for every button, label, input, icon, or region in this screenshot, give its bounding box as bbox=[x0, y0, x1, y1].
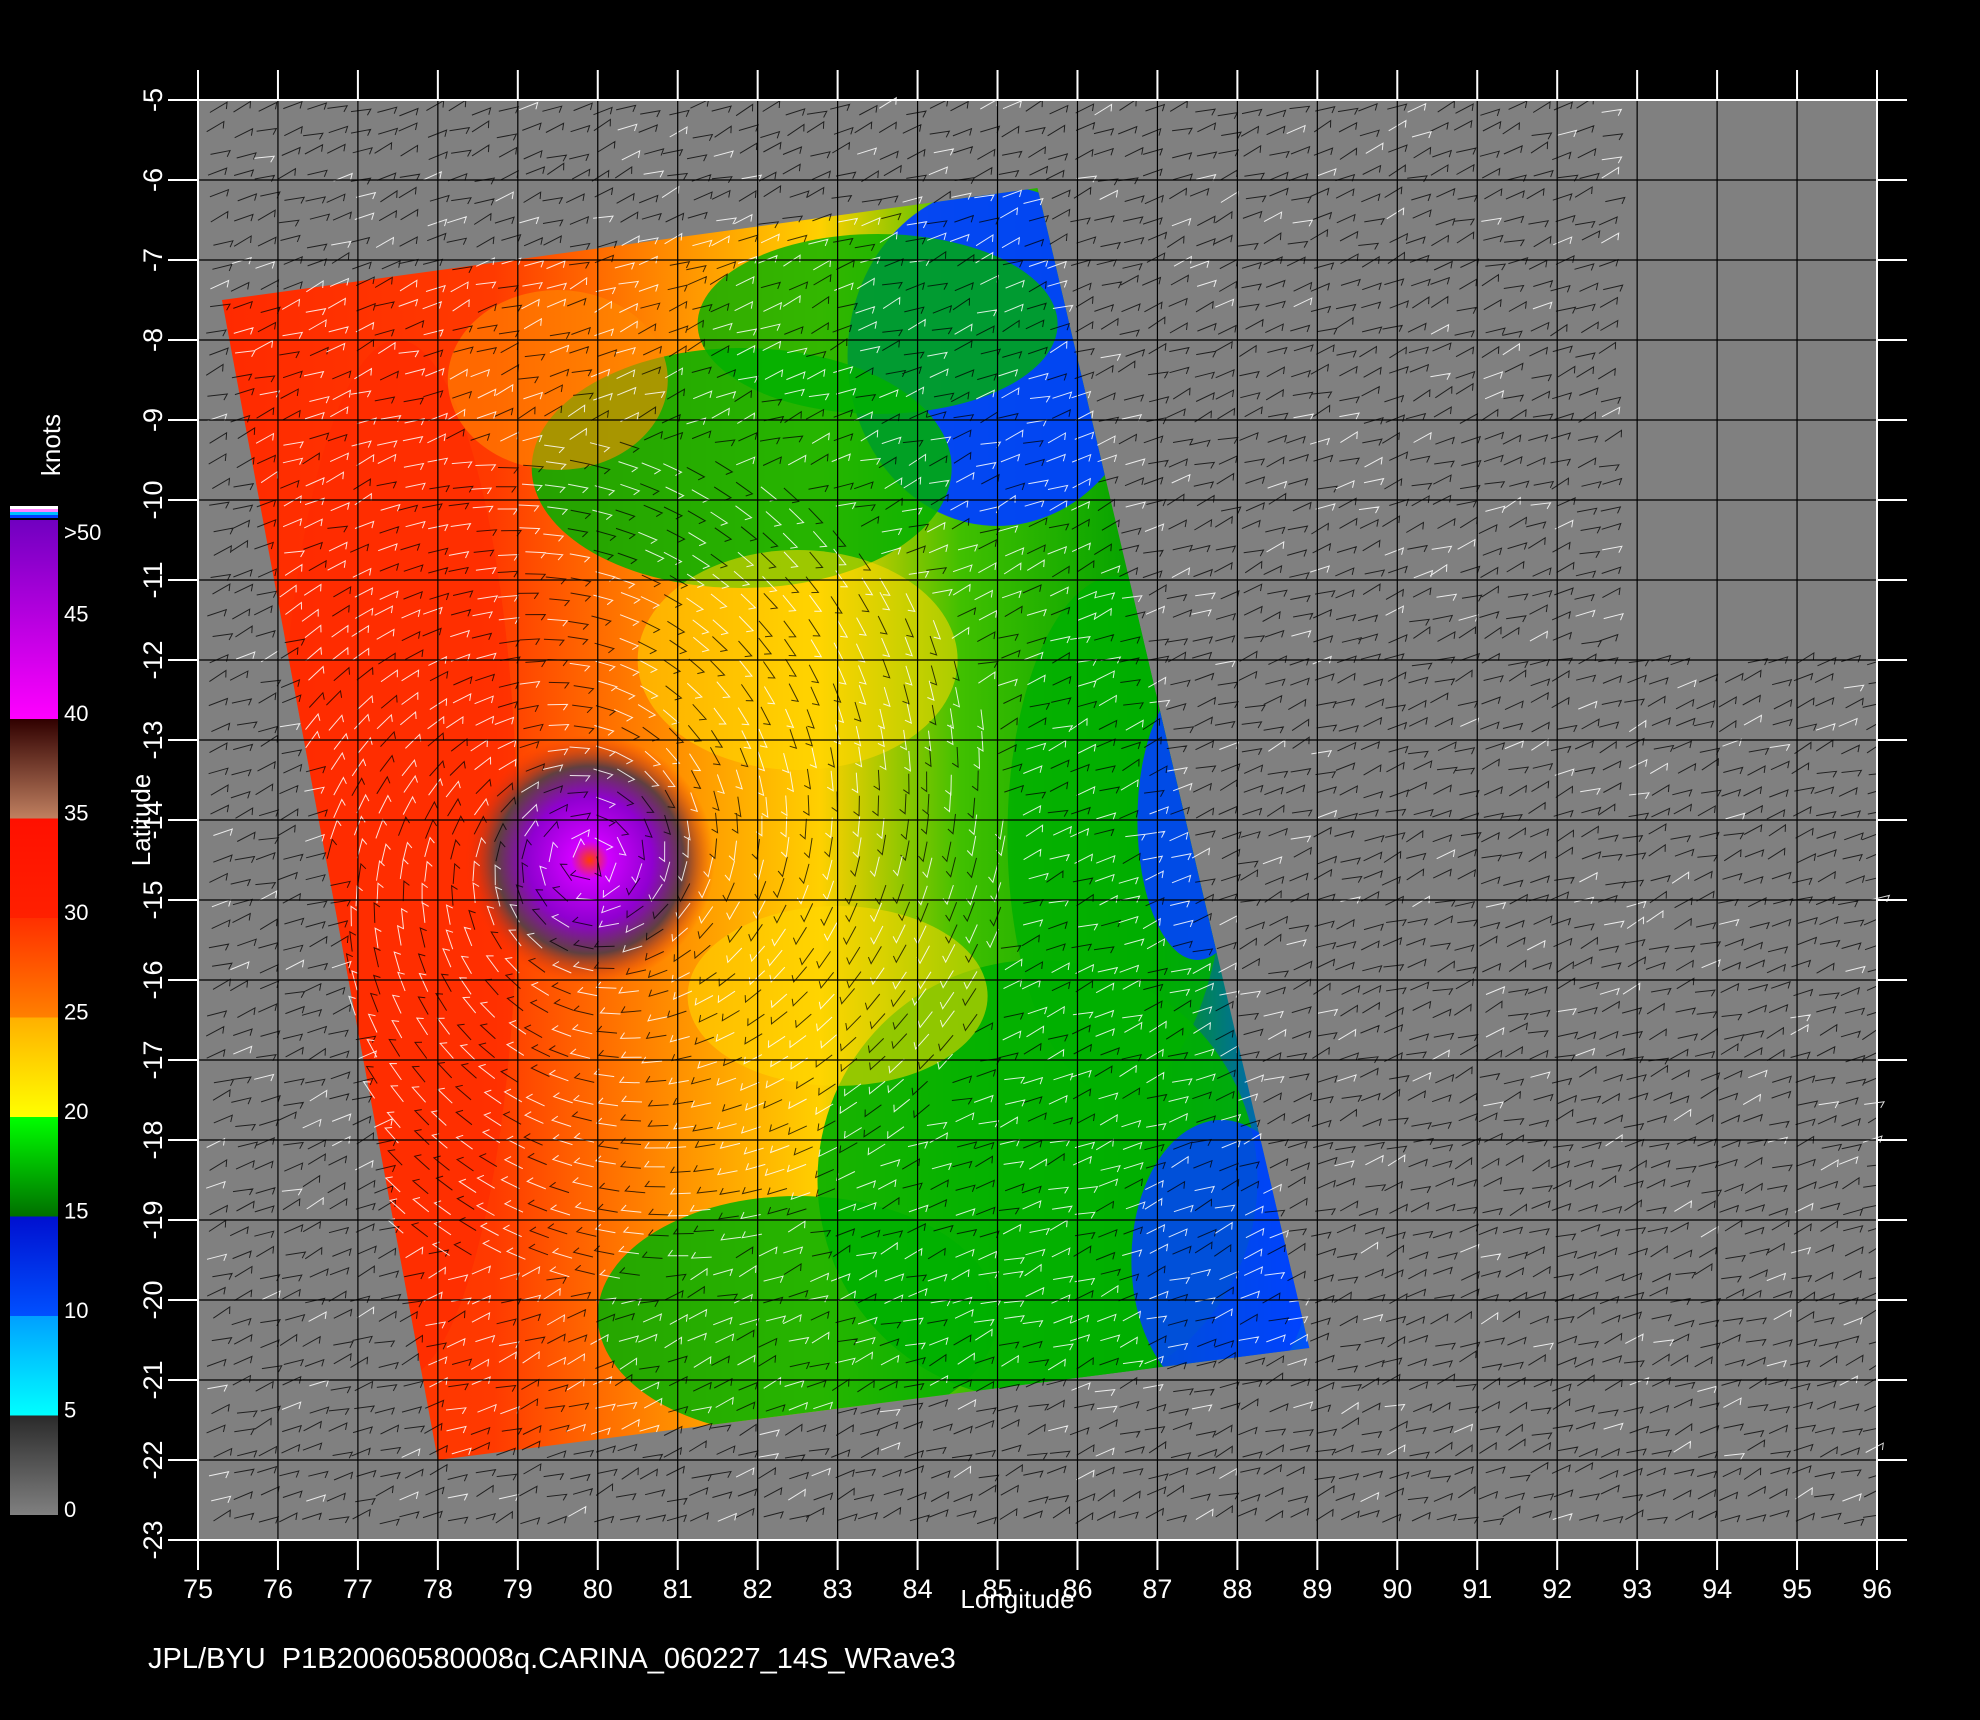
x-tick-label: 88 bbox=[1222, 1574, 1252, 1604]
x-tick-label: 92 bbox=[1542, 1574, 1572, 1604]
x-tick-label: 93 bbox=[1622, 1574, 1652, 1604]
color-bar-label: >50 bbox=[64, 520, 101, 545]
x-tick-label: 84 bbox=[903, 1574, 933, 1604]
x-tick-label: 75 bbox=[183, 1574, 213, 1604]
y-tick-label: -18 bbox=[138, 1120, 168, 1159]
color-bar-overflow-stripe bbox=[10, 512, 58, 515]
y-tick-label: -7 bbox=[138, 248, 168, 272]
color-bar-label: 25 bbox=[64, 1000, 88, 1025]
color-bar-band bbox=[10, 520, 58, 719]
y-tick-label: -21 bbox=[138, 1360, 168, 1399]
x-tick-label: 81 bbox=[663, 1574, 693, 1604]
color-bar-band bbox=[10, 1117, 58, 1217]
y-tick-label: -19 bbox=[138, 1200, 168, 1239]
y-tick-label: -16 bbox=[138, 960, 168, 999]
color-bar-label: 20 bbox=[64, 1099, 88, 1124]
color-bar-band bbox=[10, 1216, 58, 1316]
y-tick-label: -13 bbox=[138, 720, 168, 759]
color-bar: >50 45 40 35 30 25 20 15 10 5 0 knots bbox=[10, 414, 101, 1522]
product-caption: JPL/BYU P1B20060580008q.CARINA_060227_14… bbox=[148, 1643, 956, 1675]
y-tick-label: -9 bbox=[138, 408, 168, 432]
color-bar-band bbox=[10, 818, 58, 918]
color-bar-unit: knots bbox=[36, 414, 66, 476]
plot-area bbox=[198, 96, 1891, 1540]
x-tick-label: 78 bbox=[423, 1574, 453, 1604]
x-tick-label: 90 bbox=[1382, 1574, 1412, 1604]
y-tick-label: -8 bbox=[138, 328, 168, 352]
y-tick-label: -15 bbox=[138, 880, 168, 919]
color-bar-band bbox=[10, 918, 58, 1018]
y-tick-label: -5 bbox=[138, 88, 168, 112]
x-tick-label: 95 bbox=[1782, 1574, 1812, 1604]
color-bar-band bbox=[10, 1017, 58, 1117]
y-tick-label: -10 bbox=[138, 480, 168, 519]
x-tick-label: 91 bbox=[1462, 1574, 1492, 1604]
color-bar-label: 35 bbox=[64, 801, 88, 826]
color-bar-overflow-stripe bbox=[10, 509, 58, 512]
x-tick-label: 96 bbox=[1862, 1574, 1892, 1604]
x-tick-label: 77 bbox=[343, 1574, 373, 1604]
wind-speed-map: 75 76 77 78 79 80 81 82 83 84 85 86 87 88 89 90 91 92 93 94… bbox=[10, 70, 1907, 1614]
y-tick-label: -23 bbox=[138, 1520, 168, 1559]
x-tick-label: 80 bbox=[583, 1574, 613, 1604]
color-bar-label: 45 bbox=[64, 602, 88, 627]
color-bar-overflow-stripe bbox=[10, 506, 58, 509]
x-tick-label: 83 bbox=[823, 1574, 853, 1604]
y-tick-label: -22 bbox=[138, 1440, 168, 1479]
x-tick-label: 94 bbox=[1702, 1574, 1732, 1604]
x-tick-label: 76 bbox=[263, 1574, 293, 1604]
x-tick-label: 89 bbox=[1302, 1574, 1332, 1604]
color-bar-label: 0 bbox=[64, 1497, 76, 1522]
color-bar-label: 15 bbox=[64, 1199, 88, 1224]
x-tick-label: 82 bbox=[743, 1574, 773, 1604]
fresh-wind-region-northwest bbox=[447, 290, 668, 470]
y-tick-label: -20 bbox=[138, 1280, 168, 1319]
y-tick-label: -6 bbox=[138, 168, 168, 192]
color-bar-band bbox=[10, 1415, 58, 1515]
color-bar-label: 30 bbox=[64, 900, 88, 925]
color-bar-band bbox=[10, 1316, 58, 1416]
y-tick-label: -17 bbox=[138, 1040, 168, 1079]
y-axis-label: Latitude bbox=[126, 774, 156, 867]
x-tick-label: 79 bbox=[503, 1574, 533, 1604]
color-bar-label: 10 bbox=[64, 1298, 88, 1323]
x-tick-label: 87 bbox=[1142, 1574, 1172, 1604]
color-bar-label: 40 bbox=[64, 701, 88, 726]
color-bar-overflow-stripe bbox=[10, 515, 58, 518]
x-axis-label: Longitude bbox=[960, 1584, 1074, 1614]
color-bar-band bbox=[10, 719, 58, 819]
color-bar-label: 5 bbox=[64, 1398, 76, 1423]
y-tick-label: -11 bbox=[138, 561, 168, 598]
y-tick-label: -12 bbox=[138, 640, 168, 679]
